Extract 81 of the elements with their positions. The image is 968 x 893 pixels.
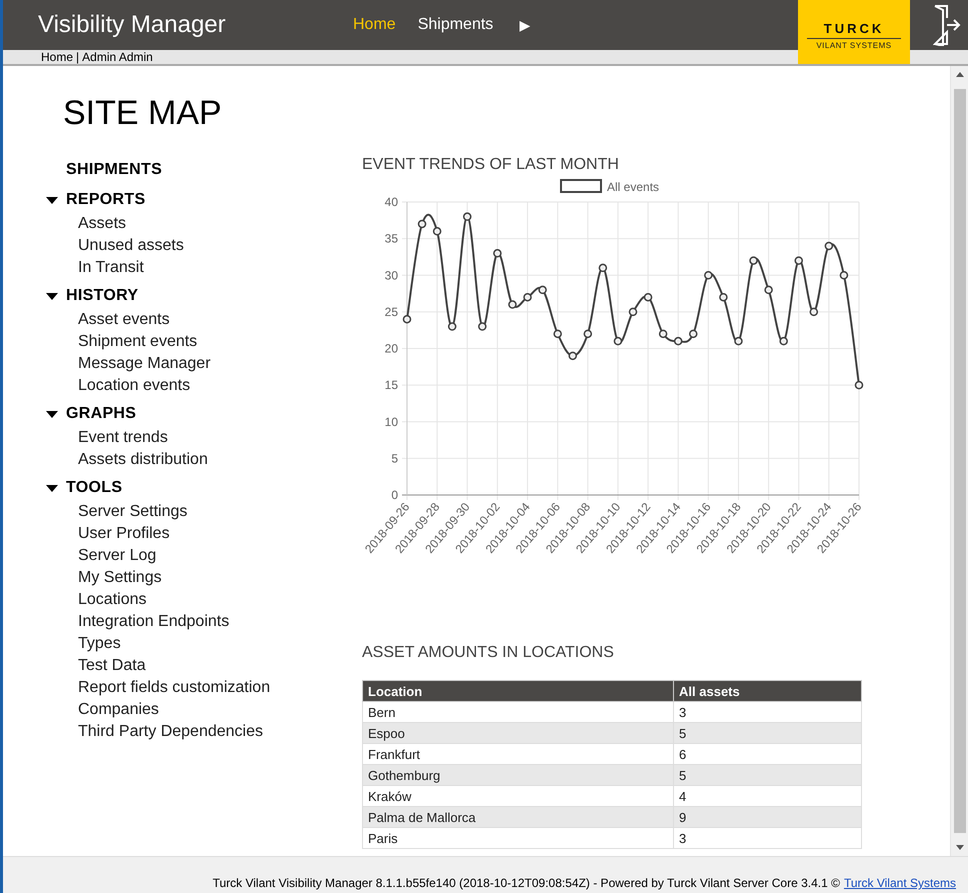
sitemap-link[interactable]: Report fields customization (78, 679, 270, 696)
sitemap-link[interactable]: Companies (78, 701, 159, 718)
breadcrumb-link[interactable]: Home (41, 50, 74, 64)
data-point (779, 336, 788, 346)
sitemap-link[interactable]: Server Settings (78, 503, 188, 520)
data-point (402, 314, 412, 324)
breadcrumb-link[interactable]: Admin Admin (82, 50, 153, 64)
table-cell: Espoo (362, 722, 674, 744)
legend-swatch (560, 179, 602, 193)
sitemap-link[interactable]: Assets (78, 215, 126, 232)
legend-label: All events (607, 180, 660, 194)
sitemap-link[interactable]: My Settings (78, 569, 162, 586)
data-point (749, 256, 758, 265)
y-tick-label: 15 (384, 378, 398, 392)
logout-icon[interactable] (933, 4, 961, 46)
sitemap-link[interactable]: User Profiles (78, 525, 170, 542)
sitemap-link[interactable]: Third Party Dependencies (78, 723, 263, 740)
nav-more-button[interactable]: ▶ (519, 17, 530, 33)
sitemap-link[interactable]: Unused assets (78, 237, 184, 254)
data-point (508, 300, 517, 309)
section-link[interactable]: REPORTS (66, 191, 146, 209)
nav-link[interactable]: Home (353, 16, 396, 34)
sitemap-link[interactable]: Assets distribution (78, 451, 208, 468)
data-point (418, 220, 426, 228)
y-tick-label: 35 (384, 232, 398, 246)
expand-triangle-icon[interactable] (46, 292, 58, 300)
section-link[interactable]: HISTORY (66, 287, 138, 305)
data-point (478, 322, 487, 331)
sitemap-link[interactable]: In Transit (78, 259, 144, 276)
data-point (658, 330, 668, 338)
expand-triangle-icon[interactable] (46, 410, 58, 418)
table-cell: Palma de Mallorca (362, 806, 674, 828)
table-cell: 5 (674, 722, 862, 744)
breadcrumb-separator: | (76, 50, 80, 64)
column-header: Location (362, 680, 674, 702)
version-text: Turck Vilant Visibility Manager 8.1.1.b55fe140 (2018-10-12T09:08:54Z) - Powered by Turck Vilant Server Core 3.4.1 © (212, 876, 840, 890)
table-cell: Gothemburg (362, 764, 674, 786)
y-tick-label: 30 (384, 268, 398, 282)
data-point (538, 286, 547, 294)
sitemap-link[interactable]: Message Manager (78, 355, 211, 372)
company-link[interactable]: Turck Vilant Systems (844, 876, 956, 890)
y-tick-label: 20 (384, 342, 398, 356)
chart-title: EVENT TRENDS OF LAST MONTH (362, 156, 620, 174)
sitemap-link[interactable]: Server Log (78, 547, 156, 564)
column-header: All assets (674, 680, 862, 702)
sitemap-link[interactable]: Types (78, 635, 121, 652)
scroll-down-icon[interactable] (956, 845, 964, 850)
y-tick-label: 25 (384, 304, 398, 319)
data-point (689, 330, 698, 338)
logo-tagline: VILANT SYSTEMS (816, 40, 892, 50)
sitemap-link[interactable]: Event trends (78, 429, 168, 446)
sitemap-link[interactable]: Locations (78, 591, 146, 608)
data-point (719, 292, 728, 302)
data-point (448, 322, 456, 331)
table-cell: 9 (674, 806, 862, 828)
logo-brand: TURCK (824, 20, 884, 36)
expand-triangle-icon[interactable] (46, 196, 58, 204)
app-title: Visibility Manager (38, 11, 227, 39)
y-tick-label: 5 (391, 451, 398, 466)
nav-link[interactable]: Shipments (418, 16, 494, 34)
sitemap-link[interactable]: Location events (78, 377, 190, 394)
y-tick-label: 40 (384, 195, 398, 209)
table-cell: Paris (362, 828, 674, 848)
scroll-up-icon[interactable] (956, 72, 964, 77)
expand-triangle-icon[interactable] (46, 484, 58, 492)
sitemap-link[interactable]: Asset events (78, 311, 170, 328)
section-link[interactable]: TOOLS (66, 479, 122, 497)
table-cell: 5 (674, 764, 862, 786)
data-point (568, 352, 577, 360)
sitemap-link[interactable]: Integration Endpoints (78, 613, 230, 630)
sitemap-link[interactable]: Test Data (78, 657, 146, 674)
data-point (598, 264, 608, 272)
table-cell: 3 (674, 828, 862, 848)
section-link[interactable]: SHIPMENTS (66, 161, 162, 179)
scrollbar[interactable] (950, 66, 968, 856)
y-tick-label: 0 (391, 488, 398, 502)
section-link[interactable]: GRAPHS (66, 405, 136, 423)
y-tick-label: 10 (384, 414, 398, 429)
sitemap-link[interactable]: Shipment events (78, 333, 198, 350)
page-title: SITE MAP (63, 94, 223, 133)
table-title: ASSET AMOUNTS IN LOCATIONS (362, 644, 615, 662)
